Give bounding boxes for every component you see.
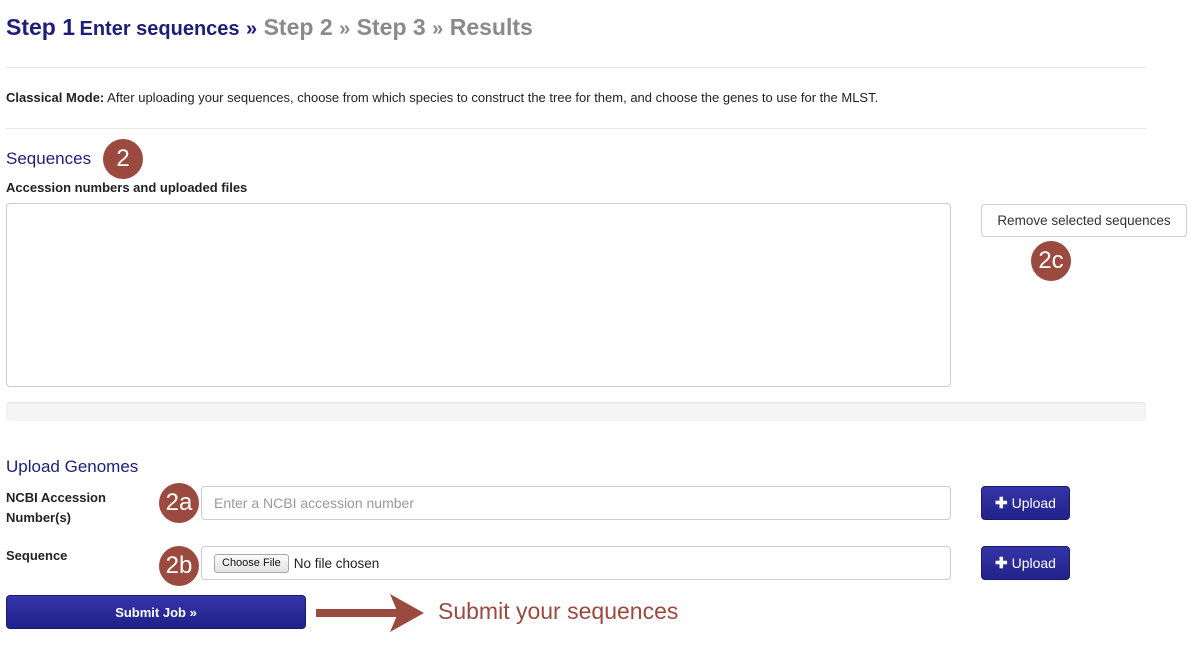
step-1-label: Enter sequences <box>79 18 240 40</box>
arrow-right-icon <box>316 594 424 632</box>
mode-title: Classical Mode: <box>6 90 105 105</box>
submit-job-button[interactable]: Submit Job » <box>6 595 306 629</box>
step-1-number: Step 1 <box>6 14 76 40</box>
sequence-upload-label: Upload <box>1011 555 1056 571</box>
mode-text: After uploading your sequences, choose f… <box>104 90 879 105</box>
file-status: No file chosen <box>293 555 380 571</box>
remove-selected-button[interactable]: Remove selected sequences <box>981 204 1187 237</box>
sequence-upload-button[interactable]: ✚ Upload <box>981 546 1070 580</box>
ncbi-label: NCBI Accession Number(s) <box>6 490 106 525</box>
step-results: Results <box>449 14 533 40</box>
mode-description: Classical Mode: After uploading your seq… <box>6 90 878 105</box>
sequences-subtitle: Accession numbers and uploaded files <box>6 180 248 195</box>
step-separator: » <box>246 18 258 40</box>
step-separator: » <box>339 18 351 40</box>
submit-annotation-text: Submit your sequences <box>438 598 679 624</box>
sequence-file-field: Choose File No file chosen <box>201 546 951 580</box>
annotation-badge-2: 2 <box>103 139 143 179</box>
step-separator: » <box>432 18 444 40</box>
annotation-badge-2b: 2b <box>159 546 199 586</box>
ncbi-upload-button[interactable]: ✚ Upload <box>981 486 1070 520</box>
upload-genomes-title: Upload Genomes <box>6 457 139 476</box>
ncbi-upload-label: Upload <box>1011 495 1056 511</box>
divider <box>6 128 1146 129</box>
sequences-title: Sequences <box>6 149 92 168</box>
ncbi-accession-input[interactable] <box>201 486 951 520</box>
annotation-badge-2c: 2c <box>1031 241 1071 281</box>
plus-icon: ✚ <box>995 555 1008 572</box>
sequence-list[interactable] <box>6 203 951 387</box>
wizard-steps: Step 1 Enter sequences » Step 2 » Step 3… <box>6 14 533 48</box>
choose-file-button[interactable]: Choose File <box>214 553 289 573</box>
annotation-badge-2a: 2a <box>159 483 199 523</box>
sequence-label: Sequence <box>6 548 68 563</box>
divider <box>6 67 1146 68</box>
step-3: Step 3 <box>356 14 426 40</box>
plus-icon: ✚ <box>995 495 1008 512</box>
step-2: Step 2 <box>263 14 333 40</box>
upload-progress-bar <box>6 402 1146 421</box>
